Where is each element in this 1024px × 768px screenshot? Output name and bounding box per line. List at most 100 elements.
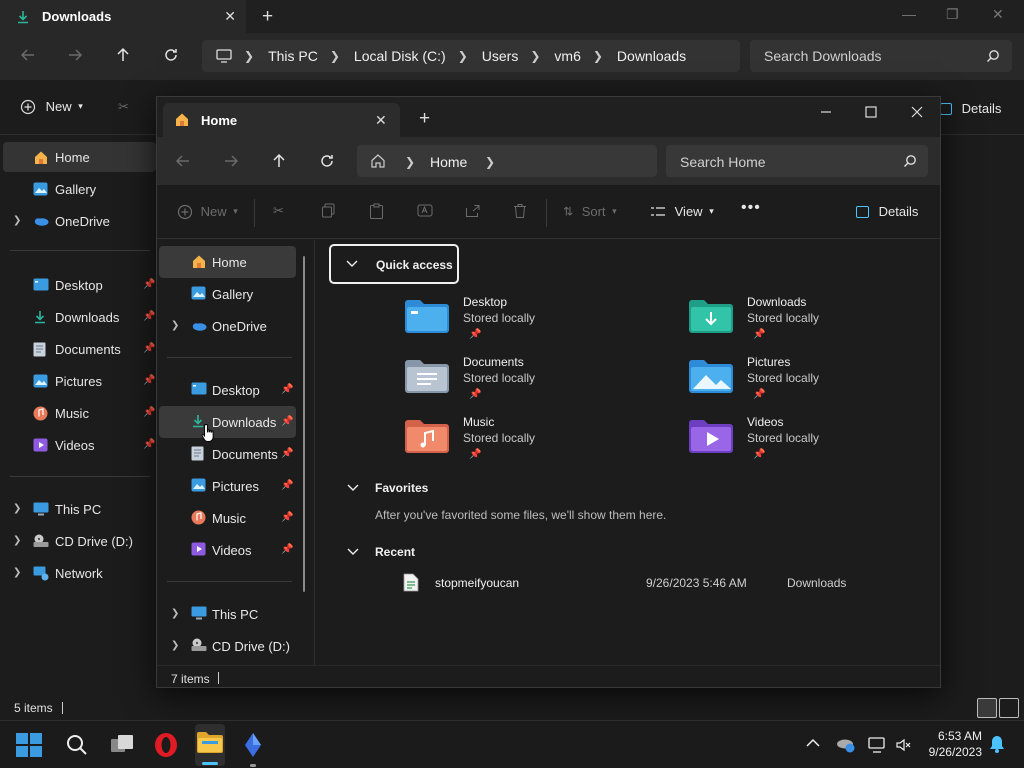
pin-icon[interactable]: 📌 [281, 544, 293, 555]
pin-icon[interactable]: 📌 [281, 480, 293, 491]
quick-access-item-pictures[interactable]: Pictures Stored locally 📌 [689, 355, 949, 411]
minimize-button[interactable] [819, 105, 833, 119]
quick-access-item-desktop[interactable]: Desktop Stored locally 📌 [405, 295, 665, 351]
back-arrow-icon[interactable] [175, 153, 191, 169]
task-view-icon[interactable] [108, 731, 136, 759]
cut-icon[interactable]: ✂ [118, 99, 129, 115]
pin-icon[interactable]: 📌 [143, 343, 155, 354]
refresh-icon[interactable] [319, 153, 335, 169]
up-arrow-icon[interactable] [271, 153, 287, 169]
view-button[interactable]: View ▾ [650, 203, 714, 219]
sidebar-item-desktop[interactable]: Desktop 📌 [159, 374, 296, 406]
recent-file-row[interactable]: stopmeifyoucan 9/26/2023 5:46 AM Downloa… [403, 571, 943, 595]
app-icon[interactable] [239, 731, 267, 767]
chevron-right-icon[interactable]: ❯ [13, 215, 21, 226]
breadcrumb-users[interactable]: Users [482, 48, 519, 64]
maximize-button[interactable] [864, 105, 878, 119]
sidebar-item-videos[interactable]: Videos 📌 [159, 534, 296, 566]
sort-button[interactable]: ⇅ Sort ▾ [563, 203, 617, 219]
file-explorer-icon[interactable] [195, 724, 225, 766]
sidebar-item-home[interactable]: Home [3, 142, 156, 172]
details-button[interactable]: Details [940, 100, 1001, 116]
share-icon[interactable] [465, 203, 481, 218]
sidebar-item-gallery[interactable]: Gallery [159, 278, 296, 310]
sidebar-item-this-pc[interactable]: ❯ This PC [3, 494, 156, 524]
chevron-down-icon[interactable] [347, 482, 359, 492]
pin-icon[interactable]: 📌 [143, 311, 155, 322]
pin-icon[interactable]: 📌 [281, 512, 293, 523]
tab-home[interactable]: Home ✕ [163, 103, 400, 137]
sidebar-item-documents[interactable]: Documents 📌 [159, 438, 296, 470]
search-input[interactable]: Search Home [666, 145, 928, 177]
chevron-down-icon[interactable] [347, 546, 359, 556]
sidebar-item-music[interactable]: Music 📌 [159, 502, 296, 534]
new-button[interactable]: New ▾ [20, 98, 83, 115]
close-window-button[interactable] [910, 105, 924, 119]
chevron-up-icon[interactable] [806, 738, 820, 748]
pin-icon[interactable]: 📌 [143, 375, 155, 386]
quick-access-item-music[interactable]: Music Stored locally 📌 [405, 415, 665, 471]
rename-icon[interactable] [417, 203, 433, 218]
chevron-right-icon[interactable]: ❯ [13, 567, 21, 578]
breadcrumb-vm6[interactable]: vm6 [554, 48, 580, 64]
search-icon[interactable] [63, 731, 91, 759]
sidebar-item-this-pc[interactable]: ❯ This PC [159, 598, 296, 630]
breadcrumb-home[interactable]: Home [430, 154, 467, 170]
chevron-right-icon[interactable]: ❯ [13, 503, 21, 514]
sidebar-item-cd-drive[interactable]: ❯ CD Drive (D:) [3, 526, 156, 556]
sidebar-item-pictures[interactable]: Pictures 📌 [159, 470, 296, 502]
sidebar-item-desktop[interactable]: Desktop 📌 [3, 270, 156, 300]
notification-bell-icon[interactable] [989, 735, 1005, 753]
chevron-right-icon[interactable]: ❯ [171, 320, 179, 331]
forward-arrow-icon[interactable] [223, 153, 239, 169]
paste-icon[interactable] [369, 203, 384, 219]
quick-access-header[interactable]: Quick access [329, 244, 459, 284]
pin-icon[interactable]: 📌 [143, 439, 155, 450]
quick-access-item-documents[interactable]: Documents Stored locally 📌 [405, 355, 665, 411]
pin-icon[interactable]: 📌 [281, 448, 293, 459]
sidebar-item-onedrive[interactable]: ❯ OneDrive [3, 206, 156, 236]
quick-access-item-downloads[interactable]: Downloads Stored locally 📌 [689, 295, 949, 351]
refresh-icon[interactable] [163, 47, 179, 63]
up-arrow-icon[interactable] [115, 47, 131, 63]
address-bar[interactable]: ❯ This PC ❯ Local Disk (C:) ❯ Users ❯ vm… [202, 40, 740, 72]
sidebar-item-documents[interactable]: Documents 📌 [3, 334, 156, 364]
recent-header[interactable]: Recent [375, 545, 415, 559]
back-arrow-icon[interactable] [20, 47, 36, 63]
tiles-view-toggle[interactable] [999, 698, 1019, 718]
sidebar-item-gallery[interactable]: Gallery [3, 174, 156, 204]
sidebar-item-home[interactable]: Home [159, 246, 296, 278]
details-view-toggle[interactable] [977, 698, 997, 718]
windows-start-icon[interactable] [15, 731, 43, 759]
chevron-right-icon[interactable]: ❯ [13, 535, 21, 546]
chevron-right-icon[interactable]: ❯ [171, 608, 179, 619]
new-tab-button[interactable]: + [419, 108, 430, 130]
favorites-header[interactable]: Favorites [375, 481, 428, 495]
restore-button[interactable]: ❐ [946, 6, 959, 23]
quick-access-item-videos[interactable]: Videos Stored locally 📌 [689, 415, 949, 471]
opera-icon[interactable] [152, 731, 180, 759]
sidebar-item-cd-drive[interactable]: ❯ CD Drive (D:) [159, 630, 296, 662]
chevron-right-icon[interactable]: ❯ [171, 640, 179, 651]
sidebar-item-onedrive[interactable]: ❯ OneDrive [159, 310, 296, 342]
more-options-button[interactable]: ••• [741, 199, 761, 217]
onedrive-status-icon[interactable] [836, 737, 856, 753]
delete-icon[interactable] [513, 203, 527, 219]
close-window-button[interactable]: ✕ [992, 6, 1004, 23]
breadcrumb-local-disk[interactable]: Local Disk (C:) [354, 48, 446, 64]
breadcrumb-downloads[interactable]: Downloads [617, 48, 686, 64]
clock-time[interactable]: 6:53 AM [924, 729, 982, 743]
volume-muted-icon[interactable] [895, 737, 911, 753]
breadcrumb-chevron-icon[interactable]: ❯ [485, 155, 495, 169]
minimize-button[interactable]: — [902, 6, 916, 22]
breadcrumb-this-pc[interactable]: This PC [268, 48, 318, 64]
sidebar-item-videos[interactable]: Videos 📌 [3, 430, 156, 460]
sidebar-item-downloads[interactable]: Downloads 📌 [159, 406, 296, 438]
copy-icon[interactable] [321, 203, 336, 218]
close-tab-icon[interactable]: ✕ [224, 8, 236, 25]
tab-downloads[interactable]: Downloads ✕ [0, 0, 246, 33]
search-input[interactable]: Search Downloads [750, 40, 1012, 72]
new-button[interactable]: New ▾ [177, 203, 238, 220]
pin-icon[interactable]: 📌 [281, 384, 293, 395]
clock-date[interactable]: 9/26/2023 [924, 745, 982, 759]
